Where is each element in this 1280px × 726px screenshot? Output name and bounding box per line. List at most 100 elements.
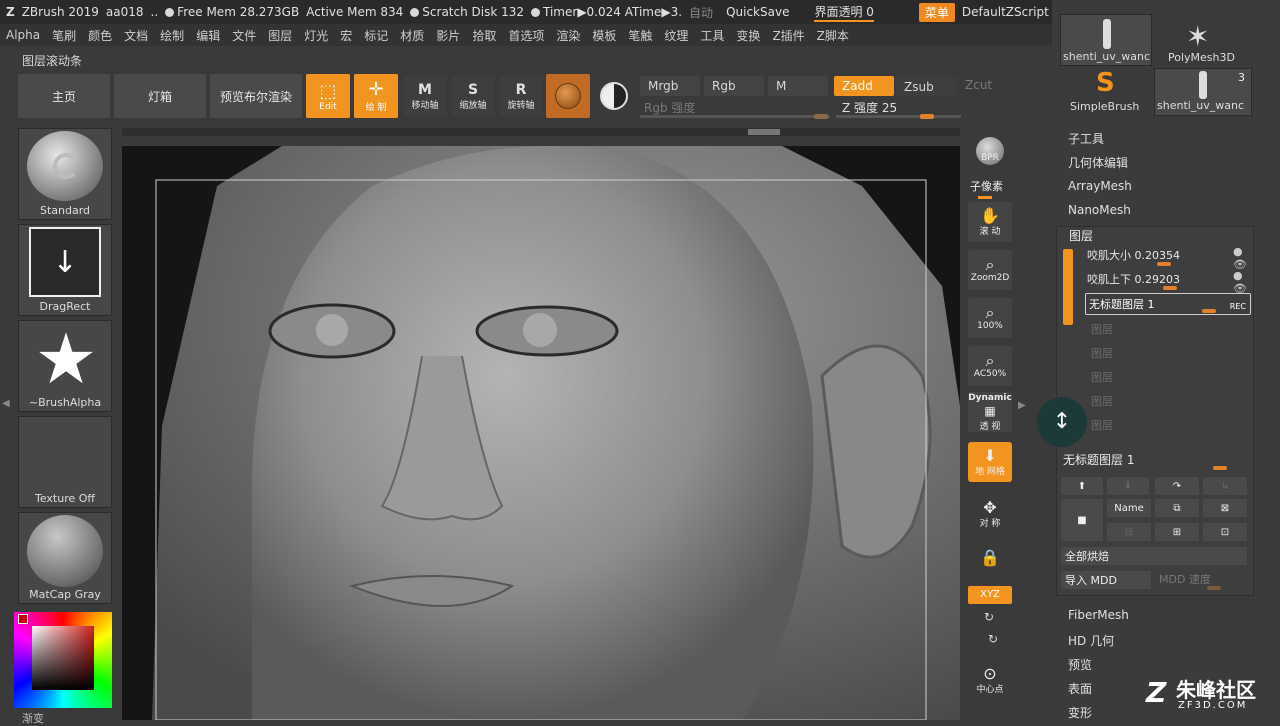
- menu-item[interactable]: 颜色: [82, 27, 118, 44]
- menu-item[interactable]: Z脚本: [811, 27, 855, 44]
- left-collapse-arrow[interactable]: ◀: [2, 398, 10, 409]
- layers-scrollbar[interactable]: [1063, 249, 1073, 325]
- thumb-polymesh3d[interactable]: ✶ PolyMesh3D: [1156, 14, 1252, 66]
- subpixel-slider[interactable]: 子像素: [970, 178, 1003, 199]
- rec-button[interactable]: REC: [1230, 302, 1246, 311]
- menu-item[interactable]: 材质: [394, 27, 430, 44]
- ui-transparency-slider[interactable]: 界面透明 0: [814, 3, 874, 22]
- hd-geometry-menu[interactable]: HD 几何: [1068, 632, 1114, 649]
- spotlight-button[interactable]: [596, 78, 632, 114]
- lightbox-button[interactable]: 灯箱: [114, 74, 206, 118]
- xyz-button[interactable]: XYZ: [968, 586, 1012, 604]
- material-selector[interactable]: MatCap Gray: [18, 512, 112, 604]
- deformation-menu[interactable]: 变形: [1068, 704, 1092, 721]
- zoom100-button[interactable]: ⌕ 100%: [968, 298, 1012, 338]
- menu-item[interactable]: 宏: [334, 27, 358, 44]
- z-intensity-slider[interactable]: Z 强度 25: [836, 98, 961, 119]
- merge-down-button[interactable]: ↳: [1203, 477, 1247, 495]
- arraymesh-menu[interactable]: ArrayMesh: [1068, 179, 1132, 193]
- draw-button[interactable]: ✛ 绘 制: [354, 74, 398, 118]
- preview-menu[interactable]: 预览: [1068, 656, 1092, 673]
- zoom2d-button[interactable]: ⌕ Zoom2D: [968, 250, 1012, 290]
- layer-row[interactable]: 咬肌上下 0.29203: [1087, 271, 1247, 290]
- split-button[interactable]: ⊟: [1107, 523, 1151, 541]
- mdd-speed-slider[interactable]: MDD 速度: [1159, 571, 1247, 590]
- delete-button[interactable]: ⊠: [1203, 499, 1247, 517]
- nanomesh-menu[interactable]: NanoMesh: [1068, 203, 1131, 217]
- floor-button[interactable]: ⬇ 地 网格: [968, 442, 1012, 482]
- quicksave-button[interactable]: QuickSave: [726, 5, 789, 19]
- rotate-z-icon[interactable]: ↻: [988, 632, 998, 646]
- texture-selector[interactable]: Texture Off: [18, 416, 112, 508]
- subtool-menu[interactable]: 子工具: [1068, 130, 1104, 147]
- geometry-menu[interactable]: 几何体编辑: [1068, 154, 1128, 171]
- zsub-button[interactable]: Zsub: [896, 77, 956, 97]
- home-button[interactable]: 主页: [18, 74, 110, 118]
- menu-item[interactable]: 渲染: [550, 27, 586, 44]
- material-swatch-button[interactable]: [546, 74, 590, 118]
- ac50-button[interactable]: ⌕ AC50%: [968, 346, 1012, 386]
- zadd-button[interactable]: Zadd: [834, 76, 894, 96]
- bpr-button[interactable]: BPR: [968, 130, 1012, 170]
- copy-button[interactable]: ⊞: [1155, 523, 1199, 541]
- default-zscript-button[interactable]: DefaultZScript: [962, 5, 1049, 19]
- brush-selector[interactable]: Standard: [18, 128, 112, 220]
- menu-item[interactable]: 笔触: [622, 27, 658, 44]
- scroll-button[interactable]: ✋ 滚 动: [968, 202, 1012, 242]
- menu-item[interactable]: Alpha: [0, 28, 46, 42]
- scale-button[interactable]: S 缩放轴: [452, 76, 494, 116]
- bake-all-button[interactable]: 全部烘焙: [1061, 547, 1247, 565]
- menu-item[interactable]: 拾取: [466, 27, 502, 44]
- layer-row[interactable]: 咬肌大小 0.20354: [1087, 247, 1247, 266]
- menu-item[interactable]: 绘制: [154, 27, 190, 44]
- move-down-button[interactable]: ⬇: [1107, 477, 1149, 495]
- menu-item[interactable]: 模板: [586, 27, 622, 44]
- rgb-intensity-slider[interactable]: Rgb 强度: [640, 98, 830, 119]
- m-button[interactable]: M: [768, 76, 828, 96]
- menu-item[interactable]: 图层: [262, 27, 298, 44]
- duplicate-button[interactable]: ⧉: [1155, 499, 1199, 517]
- surface-menu[interactable]: 表面: [1068, 680, 1092, 697]
- zcut-button[interactable]: Zcut: [965, 78, 992, 92]
- name-button[interactable]: Name: [1107, 499, 1151, 517]
- center-button[interactable]: ⊙ 中心点: [968, 660, 1012, 700]
- menu-item[interactable]: 文档: [118, 27, 154, 44]
- layer-row-selected[interactable]: 无标题图层 1 REC: [1085, 293, 1251, 315]
- menu-item[interactable]: 纹理: [658, 27, 694, 44]
- thumb-shenti-2[interactable]: 3 shenti_uv_wanc: [1154, 68, 1252, 116]
- bpr-preview-button[interactable]: 预览布尔渲染: [210, 74, 302, 118]
- mrgb-button[interactable]: Mrgb: [640, 76, 700, 96]
- move-up-button[interactable]: ⬆: [1061, 477, 1103, 495]
- thumb-simplebrush[interactable]: S SimpleBrush: [1060, 68, 1152, 116]
- symmetry-button[interactable]: ✥ 对 称: [968, 494, 1012, 534]
- alpha-selector[interactable]: ★ ~BrushAlpha: [18, 320, 112, 412]
- import-mdd-button[interactable]: 导入 MDD: [1061, 571, 1151, 589]
- scrollbar-thumb[interactable]: [748, 129, 780, 135]
- menu-item[interactable]: 首选项: [502, 27, 550, 44]
- canvas-viewport[interactable]: [122, 146, 960, 720]
- perspective-button[interactable]: Dynamic ▦ 透 视: [968, 392, 1012, 432]
- rotate-button[interactable]: R 旋转轴: [500, 76, 542, 116]
- eye-icon[interactable]: ● 👁: [1233, 245, 1253, 271]
- layers-header[interactable]: 图层: [1069, 227, 1093, 244]
- menu-item[interactable]: 灯光: [298, 27, 334, 44]
- menu-item[interactable]: Z插件: [766, 27, 810, 44]
- menu-item[interactable]: 工具: [694, 27, 730, 44]
- rotate-y-icon[interactable]: ↻: [984, 610, 994, 624]
- menu-item[interactable]: 编辑: [190, 27, 226, 44]
- menu-item[interactable]: 标记: [358, 27, 394, 44]
- edit-button[interactable]: ⬚ Edit: [306, 74, 350, 118]
- selected-layer-slider[interactable]: 无标题图层 1: [1063, 451, 1249, 470]
- lock-button[interactable]: 🔒: [968, 538, 1012, 578]
- fibermesh-menu[interactable]: FiberMesh: [1068, 608, 1129, 622]
- stroke-selector[interactable]: ↓ DragRect: [18, 224, 112, 316]
- menu-item[interactable]: 笔刷: [46, 27, 82, 44]
- menu-toggle-button[interactable]: 菜单: [918, 2, 955, 22]
- menu-item[interactable]: 变换: [730, 27, 766, 44]
- redo-button[interactable]: ↷: [1155, 477, 1199, 495]
- thumb-shenti-1[interactable]: shenti_uv_wanc: [1060, 14, 1152, 66]
- right-collapse-arrow[interactable]: ▶: [1018, 400, 1026, 411]
- menu-item[interactable]: 文件: [226, 27, 262, 44]
- palette-scrollbar[interactable]: [122, 128, 960, 136]
- color-square[interactable]: [32, 626, 94, 690]
